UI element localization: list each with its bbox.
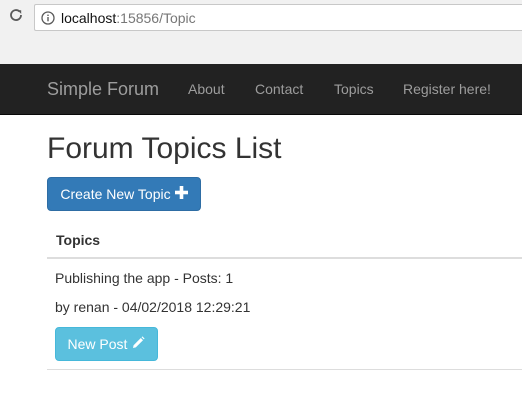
- url-text: localhost:15856/Topic: [61, 10, 196, 26]
- new-post-button[interactable]: New Post: [55, 327, 158, 361]
- reload-icon: [8, 7, 24, 28]
- url-path: :15856/Topic: [116, 9, 196, 26]
- url-host: localhost: [61, 9, 117, 26]
- address-bar[interactable]: localhost:15856/Topic: [34, 4, 522, 31]
- nav-link-about[interactable]: About: [188, 81, 225, 97]
- browser-toolbar: localhost:15856/Topic: [0, 0, 522, 64]
- pencil-icon: [131, 335, 146, 353]
- create-topic-label: Create New Topic: [60, 186, 171, 202]
- topics-column-header: Topics: [56, 232, 101, 248]
- info-icon[interactable]: [41, 10, 55, 25]
- topic-meta: by renan - 04/02/2018 12:29:21: [55, 299, 251, 315]
- new-post-label: New Post: [67, 336, 128, 352]
- topic-summary: Publishing the app - Posts: 1: [55, 270, 234, 286]
- nav-link-topics[interactable]: Topics: [334, 81, 374, 97]
- nav-link-contact[interactable]: Contact: [255, 81, 303, 97]
- navbar: Simple Forum About Contact Topics Regist…: [0, 64, 522, 115]
- reload-button[interactable]: [6, 7, 26, 27]
- table-row: Publishing the app - Posts: 1 by renan -…: [47, 259, 522, 370]
- create-topic-button[interactable]: Create New Topic: [47, 177, 201, 211]
- page-title: Forum Topics List: [47, 132, 282, 165]
- navbar-brand[interactable]: Simple Forum: [47, 79, 159, 100]
- nav-link-register[interactable]: Register here!: [403, 81, 491, 97]
- plus-icon: [174, 186, 188, 202]
- topics-table-header: Topics: [47, 229, 522, 259]
